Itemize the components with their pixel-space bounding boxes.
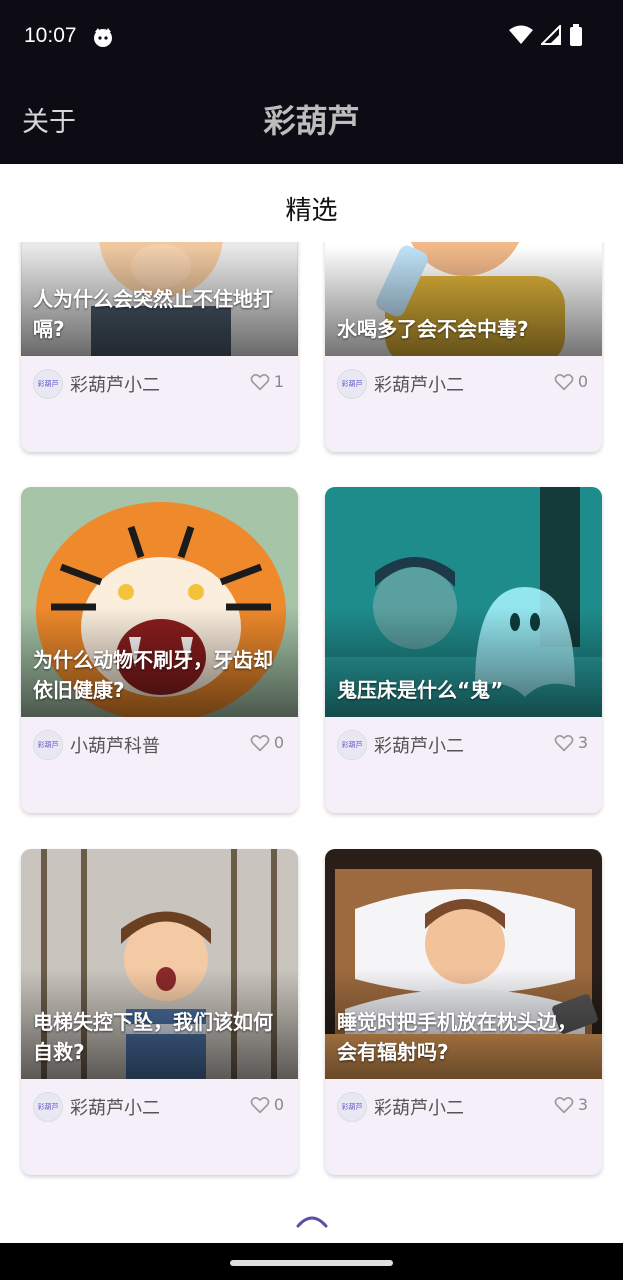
author-avatar: 彩葫芦 (337, 369, 367, 399)
article-thumbnail: 水喝多了会不会中毒? (325, 242, 602, 356)
author-avatar: 彩葫芦 (33, 1092, 63, 1122)
article-title: 水喝多了会不会中毒? (337, 317, 529, 341)
like-count-value: 3 (577, 1095, 588, 1114)
heart-icon (554, 373, 574, 391)
like-count-value: 3 (577, 733, 588, 752)
like-count-value: 0 (273, 1095, 284, 1114)
article-title: 睡觉时把手机放在枕头边，会有辐射吗? (337, 1010, 577, 1064)
author-name: 彩葫芦小二 (374, 375, 464, 396)
article-title: 电梯失控下坠，我们该如何自救? (33, 1010, 273, 1064)
article-card[interactable]: 人为什么会突然止不住地打嗝? 彩葫芦 彩葫芦小二 1 (21, 242, 298, 452)
battery-icon (569, 24, 583, 50)
article-thumbnail: 电梯失控下坠，我们该如何自救? (21, 849, 298, 1079)
article-title: 鬼压床是什么“鬼” (337, 678, 504, 702)
article-title: 人为什么会突然止不住地打嗝? (33, 287, 273, 341)
article-thumbnail: 为什么动物不刷牙，牙齿却依旧健康? (21, 487, 298, 717)
like-count[interactable]: 0 (250, 733, 284, 752)
home-indicator[interactable] (230, 1260, 393, 1266)
article-card[interactable]: 为什么动物不刷牙，牙齿却依旧健康? 彩葫芦 小葫芦科普 0 (21, 487, 298, 813)
card-meta: 彩葫芦 彩葫芦小二 0 (325, 356, 602, 412)
author-name: 彩葫芦小二 (374, 736, 464, 757)
author-name: 彩葫芦小二 (70, 375, 160, 396)
article-card[interactable]: 电梯失控下坠，我们该如何自救? 彩葫芦 彩葫芦小二 0 (21, 849, 298, 1175)
article-thumbnail: 睡觉时把手机放在枕头边，会有辐射吗? (325, 849, 602, 1079)
article-card[interactable]: 睡觉时把手机放在枕头边，会有辐射吗? 彩葫芦 彩葫芦小二 3 (325, 849, 602, 1175)
heart-icon (250, 734, 270, 752)
article-title: 为什么动物不刷牙，牙齿却依旧健康? (33, 648, 273, 702)
card-meta: 彩葫芦 彩葫芦小二 1 (21, 356, 298, 412)
heart-icon (250, 1096, 270, 1114)
like-count[interactable]: 3 (554, 733, 588, 752)
card-meta: 彩葫芦 彩葫芦小二 3 (325, 717, 602, 773)
card-meta: 彩葫芦 彩葫芦小二 3 (325, 1079, 602, 1135)
like-count-value: 0 (273, 733, 284, 752)
article-grid: 人为什么会突然止不住地打嗝? 彩葫芦 彩葫芦小二 1 水喝多了会不会中毒? 彩葫… (0, 242, 623, 1242)
article-card[interactable]: 水喝多了会不会中毒? 彩葫芦 彩葫芦小二 0 (325, 242, 602, 452)
like-count-value: 0 (577, 372, 588, 391)
heart-icon (554, 1096, 574, 1114)
like-count-value: 1 (273, 372, 284, 391)
card-meta: 彩葫芦 小葫芦科普 0 (21, 717, 298, 773)
author-avatar: 彩葫芦 (337, 1092, 367, 1122)
cat-notification-icon (92, 26, 114, 48)
wifi-icon (509, 25, 533, 49)
section-title: 精选 (285, 196, 338, 226)
loading-spinner-icon (295, 1212, 329, 1228)
author-name: 彩葫芦小二 (374, 1098, 464, 1119)
author-avatar: 彩葫芦 (33, 730, 63, 760)
author-avatar: 彩葫芦 (33, 369, 63, 399)
article-thumbnail: 鬼压床是什么“鬼” (325, 487, 602, 717)
author-avatar: 彩葫芦 (337, 730, 367, 760)
like-count[interactable]: 0 (554, 372, 588, 391)
like-count[interactable]: 0 (250, 1095, 284, 1114)
article-card[interactable]: 鬼压床是什么“鬼” 彩葫芦 彩葫芦小二 3 (325, 487, 602, 813)
like-count[interactable]: 1 (250, 372, 284, 391)
heart-icon (554, 734, 574, 752)
app-title: 彩葫芦 (263, 102, 360, 140)
author-name: 彩葫芦小二 (70, 1098, 160, 1119)
like-count[interactable]: 3 (554, 1095, 588, 1114)
app-bar: 关于 彩葫芦 (0, 76, 623, 164)
signal-icon (539, 23, 561, 49)
card-meta: 彩葫芦 彩葫芦小二 0 (21, 1079, 298, 1135)
system-nav-bar (0, 1243, 623, 1280)
author-name: 小葫芦科普 (70, 736, 160, 757)
heart-icon (250, 373, 270, 391)
status-bar: 10:07 (0, 0, 623, 76)
section-header: 精选 (0, 164, 623, 242)
article-thumbnail: 人为什么会突然止不住地打嗝? (21, 242, 298, 356)
status-time: 10:07 (24, 24, 77, 47)
